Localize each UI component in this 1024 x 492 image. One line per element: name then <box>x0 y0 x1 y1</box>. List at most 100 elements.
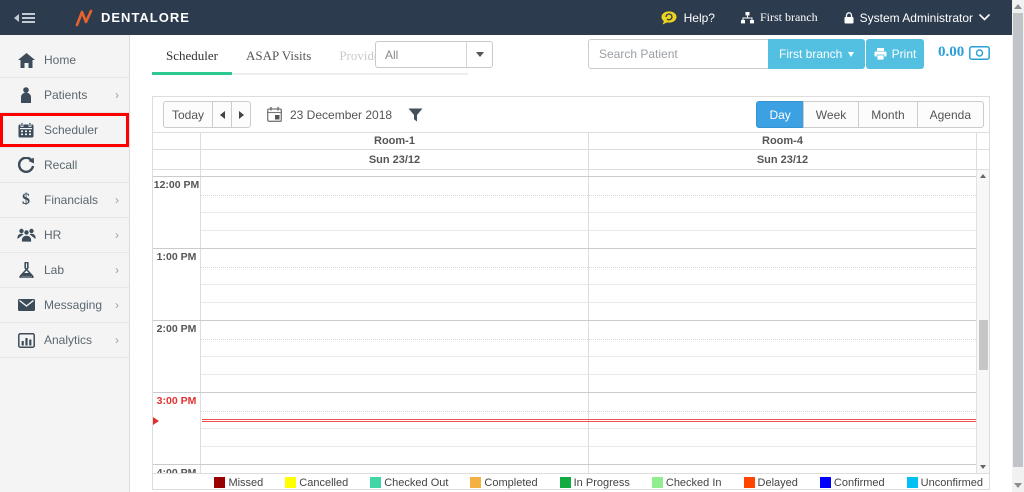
time-slot[interactable] <box>589 321 976 339</box>
sidebar-item-financials[interactable]: $ Financials › <box>0 183 129 218</box>
time-slot[interactable] <box>589 393 976 411</box>
view-day-button[interactable]: Day <box>756 101 803 128</box>
scroll-up-icon[interactable] <box>1014 4 1022 9</box>
branch-menu[interactable]: First branch <box>741 10 818 25</box>
date-nav-group: Today <box>163 101 251 128</box>
dentalore-logo-icon <box>75 9 94 27</box>
time-slot[interactable] <box>589 195 976 213</box>
provider-filter-value: All <box>376 48 466 62</box>
time-slot[interactable] <box>201 321 588 339</box>
time-slot[interactable] <box>201 339 588 357</box>
app-window: DENTALORE Help? First branch <box>0 0 1024 492</box>
collapse-sidebar-button[interactable] <box>14 13 35 23</box>
provider-filter-dropdown[interactable]: All <box>375 41 493 68</box>
sidebar-item-analytics[interactable]: Analytics › <box>0 323 129 358</box>
balance-display[interactable]: 0.00 <box>938 44 990 61</box>
time-slot[interactable] <box>589 446 976 464</box>
time-slot[interactable] <box>201 195 588 213</box>
time-slot[interactable] <box>201 393 588 411</box>
collapse-arrow-icon <box>14 14 19 22</box>
legend-color-swatch <box>907 477 918 488</box>
time-label: 3:00 PM <box>153 393 201 464</box>
scrollbar-thumb[interactable] <box>1013 13 1023 467</box>
time-slot[interactable] <box>589 267 976 285</box>
sidebar-item-scheduler[interactable]: Scheduler <box>0 113 129 148</box>
time-slot[interactable] <box>201 446 588 464</box>
time-slot[interactable] <box>589 428 976 446</box>
print-button[interactable]: Print <box>866 39 924 69</box>
legend-label: Checked Out <box>384 477 448 489</box>
tab-asap-visits[interactable]: ASAP Visits <box>232 40 325 73</box>
expand-chevron-icon: › <box>115 229 119 241</box>
scroll-down-icon[interactable] <box>1014 483 1022 488</box>
page-scrollbar[interactable] <box>1012 0 1024 492</box>
time-slot[interactable] <box>589 230 976 248</box>
time-slot[interactable] <box>201 428 588 446</box>
time-slot[interactable] <box>201 302 588 320</box>
dollar-icon: $ <box>14 191 38 209</box>
time-slot[interactable] <box>201 249 588 267</box>
time-slot[interactable] <box>589 302 976 320</box>
time-slot[interactable] <box>201 284 588 302</box>
time-gutter-header <box>153 133 201 149</box>
help-menu[interactable]: Help? <box>661 11 715 25</box>
filter-funnel-icon[interactable] <box>408 108 423 122</box>
sidebar-item-lab[interactable]: Lab › <box>0 253 129 288</box>
time-slot[interactable] <box>589 284 976 302</box>
expand-chevron-icon: › <box>115 89 119 101</box>
time-slot[interactable] <box>589 356 976 374</box>
sidebar-item-hr[interactable]: HR › <box>0 218 129 253</box>
view-week-button[interactable]: Week <box>803 101 859 128</box>
view-month-button[interactable]: Month <box>858 101 917 128</box>
time-slot[interactable] <box>589 177 976 195</box>
today-button[interactable]: Today <box>163 101 213 128</box>
tab-scheduler[interactable]: Scheduler <box>152 40 232 73</box>
scheduler-panel: Today 23 December 2018 <box>152 96 990 490</box>
scroll-down-icon[interactable] <box>980 465 986 469</box>
legend-color-swatch <box>214 477 225 488</box>
calendar-scrollbar[interactable] <box>976 170 989 473</box>
time-slot[interactable] <box>201 356 588 374</box>
expand-chevron-icon: › <box>115 299 119 311</box>
current-time-line <box>202 419 976 422</box>
time-slot[interactable] <box>589 212 976 230</box>
view-agenda-button[interactable]: Agenda <box>917 101 984 128</box>
sidebar-item-recall[interactable]: Recall <box>0 148 129 183</box>
sidebar-item-home[interactable]: Home <box>0 43 129 78</box>
sidebar-item-label: Financials <box>44 193 98 207</box>
scrollbar-thumb[interactable] <box>979 320 988 370</box>
dropdown-arrow-button[interactable] <box>466 42 492 67</box>
status-legend: MissedCancelledChecked OutCompletedIn Pr… <box>153 473 989 491</box>
room-column <box>201 249 588 320</box>
time-slot[interactable] <box>589 374 976 392</box>
time-slot[interactable] <box>201 230 588 248</box>
arrow-right-icon <box>239 111 244 119</box>
time-slot[interactable] <box>589 339 976 357</box>
time-slot[interactable] <box>589 465 976 473</box>
envelope-icon <box>14 299 38 311</box>
time-slot[interactable] <box>201 212 588 230</box>
legend-label: Cancelled <box>299 477 348 489</box>
legend-color-swatch <box>744 477 755 488</box>
next-day-button[interactable] <box>231 101 251 128</box>
prev-day-button[interactable] <box>212 101 232 128</box>
time-slot[interactable] <box>201 465 588 473</box>
branch-select-button[interactable]: First branch <box>768 39 865 69</box>
brand-name: DENTALORE <box>101 10 190 25</box>
legend-color-swatch <box>652 477 663 488</box>
time-slot[interactable] <box>201 267 588 285</box>
search-patient-input[interactable] <box>588 39 768 69</box>
patient-icon <box>14 87 38 103</box>
scroll-up-icon[interactable] <box>980 174 986 178</box>
hour-row: 3:00 PM <box>153 392 976 464</box>
legend-color-swatch <box>285 477 296 488</box>
header-scrollbar-spacer <box>976 150 989 169</box>
user-menu[interactable]: System Administrator <box>844 11 990 25</box>
sidebar-item-messaging[interactable]: Messaging › <box>0 288 129 323</box>
hour-row: 1:00 PM <box>153 248 976 320</box>
time-slot[interactable] <box>201 177 588 195</box>
sidebar-item-patients[interactable]: Patients › <box>0 78 129 113</box>
current-date-display[interactable]: 23 December 2018 <box>267 107 392 122</box>
time-slot[interactable] <box>201 374 588 392</box>
time-slot[interactable] <box>589 249 976 267</box>
